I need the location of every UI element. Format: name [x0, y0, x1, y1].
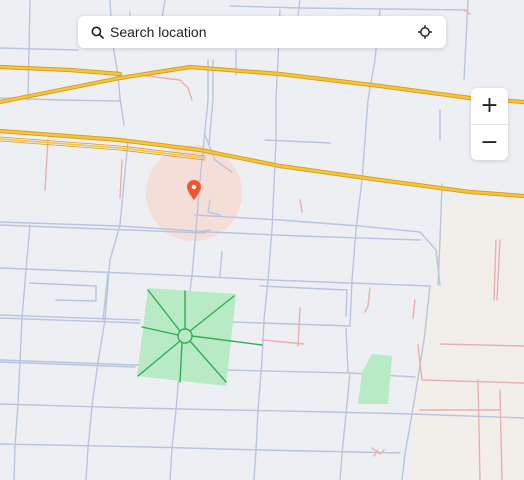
- map-canvas[interactable]: [0, 0, 524, 480]
- zoom-out-button[interactable]: −: [471, 125, 508, 160]
- major-roads: [0, 64, 524, 199]
- park-small: [358, 354, 392, 404]
- residential-area: [410, 330, 524, 480]
- crosshair-icon[interactable]: [416, 23, 434, 41]
- search-icon: [90, 25, 104, 39]
- search-input[interactable]: [110, 22, 416, 42]
- zoom-in-button[interactable]: +: [471, 88, 508, 124]
- residential-area-north: [418, 200, 524, 337]
- map-view[interactable]: + −: [0, 0, 524, 480]
- park-square: [137, 288, 236, 386]
- search-bar[interactable]: [78, 16, 446, 48]
- parks: [137, 288, 392, 404]
- zoom-controls: + −: [471, 88, 508, 160]
